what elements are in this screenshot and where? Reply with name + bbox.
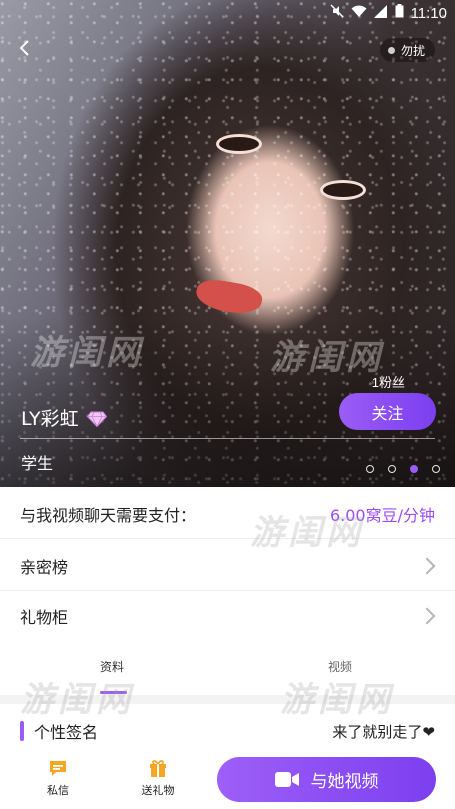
tab-info[interactable]: 资料 xyxy=(100,658,124,675)
intimacy-ranking-row[interactable]: 亲密榜 xyxy=(0,541,455,591)
fans-count: 1粉丝 xyxy=(371,375,405,390)
dnd-dot-icon xyxy=(387,46,395,54)
photo-eye-left xyxy=(216,134,262,154)
follow-button[interactable]: 关注 xyxy=(339,393,436,430)
status-bar: 11:10 xyxy=(0,0,455,26)
signature-title: 个性签名 xyxy=(20,719,98,743)
photo-pager[interactable] xyxy=(366,465,440,473)
chevron-right-icon xyxy=(421,559,435,573)
signature-title-text: 个性签名 xyxy=(34,723,99,742)
video-call-label: 与她视频 xyxy=(310,772,379,792)
back-icon xyxy=(19,40,29,56)
dnd-label: 勿扰 xyxy=(400,43,425,58)
gift-cabinet-label: 礼物柜 xyxy=(20,607,69,627)
profile-tabs: 资料 视频 xyxy=(0,640,455,695)
gift-label: 送礼物 xyxy=(141,784,175,797)
video-camera-icon xyxy=(274,772,299,787)
video-price-row: 与我视频聊天需要支付： 6.00窝豆/分钟 xyxy=(0,489,455,539)
message-icon xyxy=(50,761,66,776)
wifi-icon xyxy=(351,5,367,22)
pager-dot[interactable] xyxy=(432,465,440,473)
profile-profession: 学生 xyxy=(21,454,54,473)
back-button[interactable] xyxy=(18,36,46,60)
battery-icon xyxy=(395,4,404,22)
pager-dot[interactable] xyxy=(388,465,396,473)
section-separator xyxy=(0,695,455,704)
mute-icon xyxy=(330,4,344,22)
photo-eye-right xyxy=(320,180,366,200)
signature-row: 个性签名 来了就别走了❤ xyxy=(0,712,455,750)
section-accent-bar xyxy=(20,721,24,741)
message-label: 私信 xyxy=(47,784,69,797)
gift-icon xyxy=(150,760,166,777)
pager-dot-active[interactable] xyxy=(410,465,418,473)
message-button[interactable]: 私信 xyxy=(28,758,88,798)
tab-indicator xyxy=(100,691,127,694)
video-price-value: 6.00窝豆/分钟 xyxy=(329,505,435,525)
profile-name-row: LY彩虹 xyxy=(21,404,107,431)
do-not-disturb-toggle[interactable]: 勿扰 xyxy=(379,38,435,62)
hero-divider xyxy=(20,438,435,439)
gift-cabinet-row[interactable]: 礼物柜 xyxy=(0,591,455,641)
video-price-label: 与我视频聊天需要支付： xyxy=(20,505,197,525)
chevron-right-icon xyxy=(421,609,435,623)
video-call-button[interactable]: 与她视频 xyxy=(217,757,436,802)
intimacy-ranking-label: 亲密榜 xyxy=(20,557,69,577)
profile-name: LY彩虹 xyxy=(21,408,79,430)
pager-dot[interactable] xyxy=(366,465,374,473)
status-time: 11:10 xyxy=(410,4,447,22)
send-gift-button[interactable]: 送礼物 xyxy=(128,758,188,798)
bottom-action-bar: 私信 送礼物 与她视频 xyxy=(0,750,455,809)
tab-video[interactable]: 视频 xyxy=(328,658,352,675)
signature-value: 来了就别走了❤ xyxy=(332,722,435,741)
gem-icon xyxy=(86,410,107,427)
signal-icon xyxy=(373,4,388,22)
